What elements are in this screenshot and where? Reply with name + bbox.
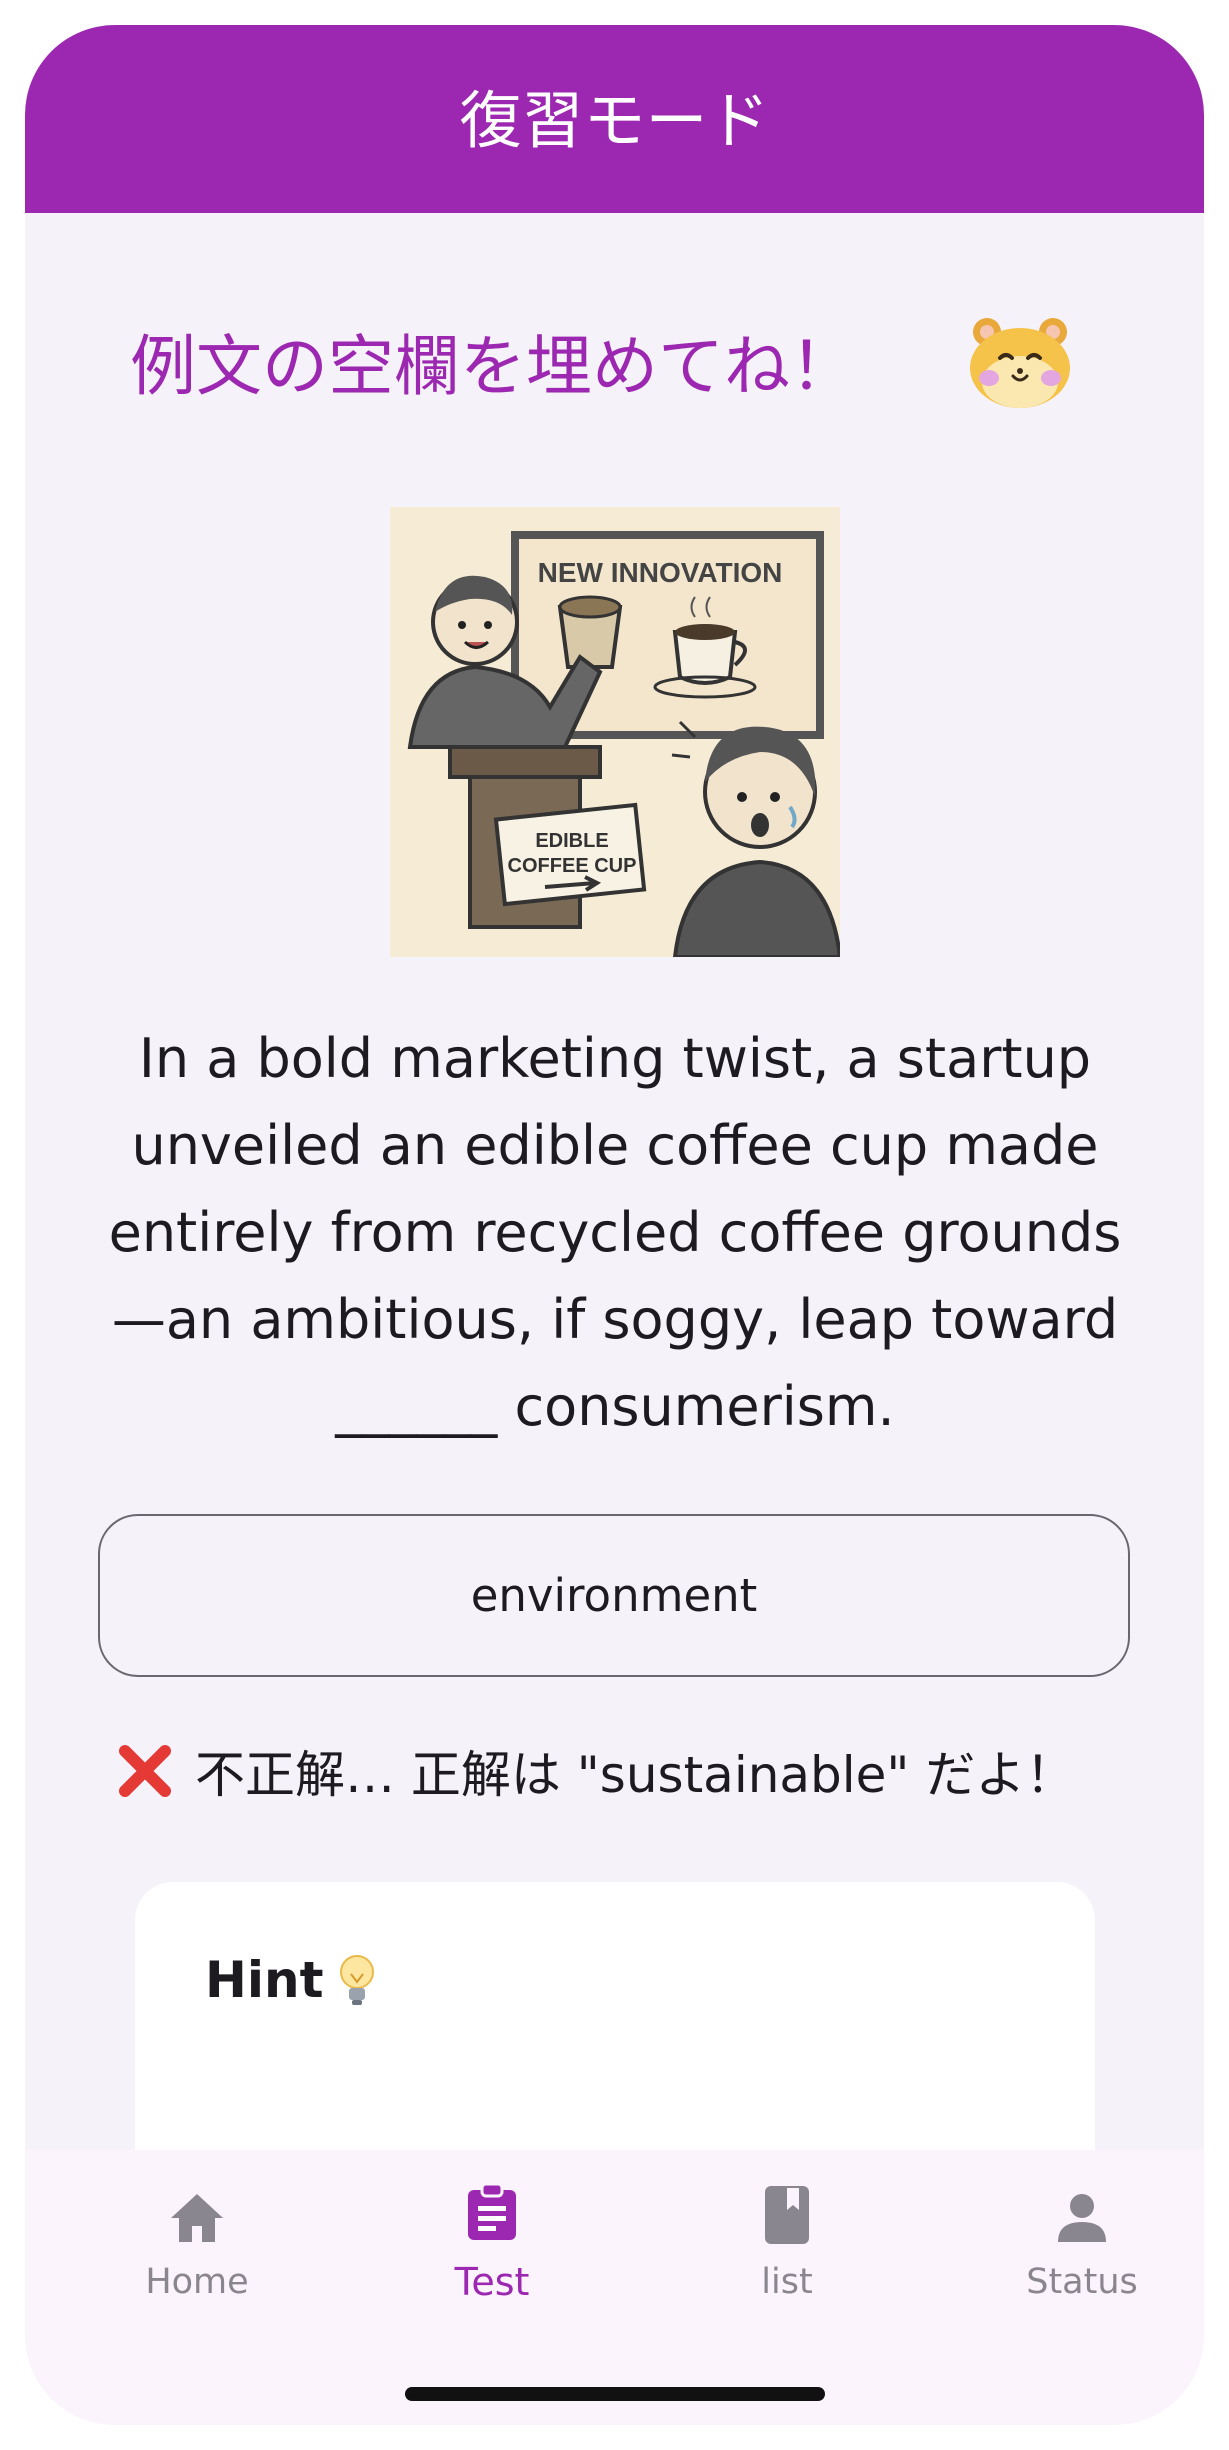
lightbulb-icon bbox=[340, 1955, 374, 2005]
nav-label-home: Home bbox=[145, 2262, 249, 2302]
hint-title: Hint bbox=[205, 1951, 324, 2009]
app-bar: 復習モード bbox=[25, 25, 1204, 213]
cross-icon bbox=[119, 1745, 171, 1797]
clipboard-icon bbox=[468, 2182, 516, 2240]
answer-input-value: environment bbox=[470, 1569, 758, 1622]
question-sentence: In a bold marketing twist, a startup unv… bbox=[108, 1027, 1122, 1438]
result-text: 不正解… 正解は "sustainable" だよ！ bbox=[195, 1746, 1076, 1804]
question-illustration: NEW INNOVATION EDIBLE COFFEE CUP bbox=[390, 507, 840, 957]
person-icon bbox=[1058, 2194, 1106, 2242]
prompt-row: 例文の空欄を埋めてね！ bbox=[25, 310, 1204, 420]
podium-sign-line1: EDIBLE bbox=[535, 830, 608, 852]
home-icon bbox=[171, 2194, 223, 2242]
nav-item-home[interactable]: Home bbox=[97, 2188, 297, 2318]
illustration-sign-text: NEW INNOVATION bbox=[538, 557, 783, 588]
nav-label-test: Test bbox=[454, 2260, 530, 2304]
nav-label-list: list bbox=[761, 2262, 813, 2302]
book-icon bbox=[765, 2186, 809, 2244]
result-message: 不正解… 正解は "sustainable" だよ！ bbox=[115, 1735, 1075, 1815]
answer-input[interactable]: environment bbox=[98, 1514, 1130, 1677]
bottom-navigation: Home Test list Status bbox=[25, 2150, 1204, 2425]
home-indicator[interactable] bbox=[405, 2387, 825, 2401]
phone-screen: 復習モード 例文の空欄を埋めてね！ NEW INNOVATION EDIBLE … bbox=[25, 25, 1204, 2425]
prompt-text: 例文の空欄を埋めてね！ bbox=[130, 328, 856, 405]
nav-item-list[interactable]: list bbox=[687, 2186, 887, 2318]
app-bar-title: 復習モード bbox=[459, 84, 770, 157]
nav-item-test[interactable]: Test bbox=[392, 2182, 592, 2318]
nav-label-status: Status bbox=[1026, 2262, 1138, 2302]
nav-item-status[interactable]: Status bbox=[982, 2188, 1182, 2318]
podium-sign-line2: COFFEE CUP bbox=[508, 855, 637, 877]
hamster-face-icon bbox=[970, 318, 1070, 408]
